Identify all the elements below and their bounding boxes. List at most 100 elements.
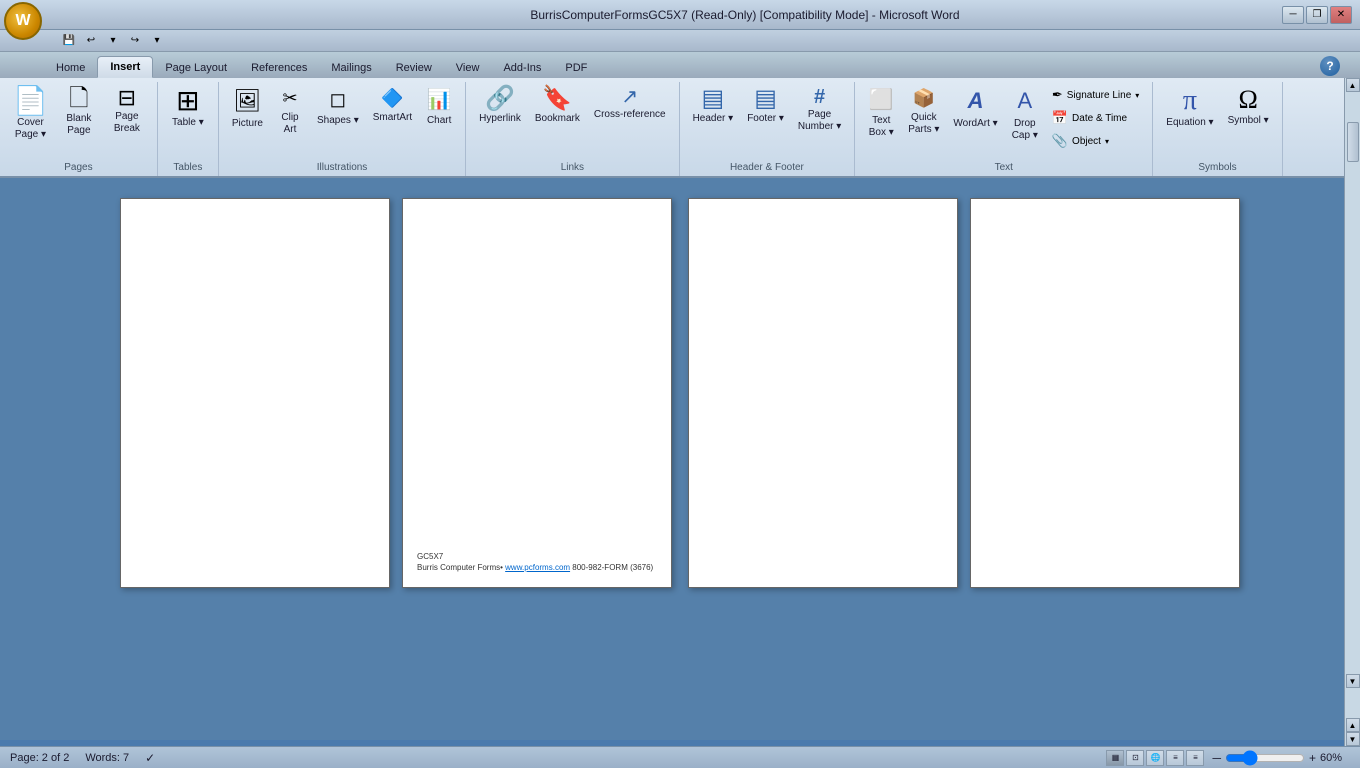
hyperlink-icon: 🔗 — [485, 87, 515, 111]
doc-page-1 — [120, 198, 390, 588]
scroll-bottom-down-button[interactable]: ▼ — [1346, 732, 1360, 746]
blank-page-icon: 🗋 — [69, 87, 88, 111]
cover-page-icon: 📄 — [13, 87, 48, 115]
clip-art-button[interactable]: ✂ ClipArt — [272, 84, 308, 156]
date-time-button[interactable]: 📅 Date & Time — [1047, 107, 1144, 129]
header-icon: ▤ — [702, 87, 725, 111]
undo-quick-button[interactable]: ↩ — [82, 32, 100, 50]
page-break-button[interactable]: ⊟ PageBreak — [105, 84, 149, 156]
page-area: GC5X7 Burris Computer Forms• www.pcforms… — [0, 178, 1360, 740]
doc-page-3 — [688, 198, 958, 588]
vertical-scrollbar: ▲ ▼ ▲ ▼ — [1344, 78, 1360, 746]
page-footer: GC5X7 Burris Computer Forms• www.pcforms… — [417, 551, 657, 573]
ribbon-group-pages: 📄 CoverPage ▾ 🗋 BlankPage ⊟ PageBreak Pa… — [0, 82, 158, 176]
minimize-button[interactable]: ─ — [1282, 6, 1304, 24]
page-number-button[interactable]: # PageNumber ▾ — [793, 84, 846, 156]
undo-dropdown-button[interactable]: ▾ — [104, 32, 122, 50]
tab-review[interactable]: Review — [384, 58, 444, 78]
footer-link[interactable]: www.pcforms.com — [505, 563, 570, 572]
text-box-button[interactable]: ⬜ TextBox ▾ — [863, 84, 899, 156]
tab-home[interactable]: Home — [44, 58, 97, 78]
ribbon-group-links: 🔗 Hyperlink 🔖 Bookmark ↗ Cross-reference… — [466, 82, 679, 176]
wordart-button[interactable]: A WordArt ▾ — [948, 84, 1002, 156]
footer-line2: Burris Computer Forms• www.pcforms.com 8… — [417, 562, 657, 573]
chart-button[interactable]: 📊 Chart — [421, 84, 457, 156]
save-quick-button[interactable]: 💾 — [60, 32, 78, 50]
footer-icon: ▤ — [754, 87, 777, 111]
customize-quick-access-button[interactable]: ▾ — [148, 32, 166, 50]
tab-pdf[interactable]: PDF — [553, 58, 599, 78]
ribbon-tabs: Home Insert Page Layout References Maili… — [0, 52, 1360, 78]
full-screen-view-button[interactable]: ⊡ — [1126, 750, 1144, 766]
doc-page-4 — [970, 198, 1240, 588]
cover-page-button[interactable]: 📄 CoverPage ▾ — [8, 84, 53, 156]
quick-parts-icon: 📦 — [913, 87, 935, 110]
restore-button[interactable]: ❐ — [1306, 6, 1328, 24]
zoom-out-button[interactable]: ─ — [1212, 751, 1221, 765]
symbol-button[interactable]: Ω Symbol ▾ — [1223, 84, 1274, 156]
tab-references[interactable]: References — [239, 58, 319, 78]
drop-cap-button[interactable]: A DropCap ▾ — [1007, 84, 1043, 156]
tab-mailings[interactable]: Mailings — [319, 58, 383, 78]
window-title: BurrisComputerFormsGC5X7 (Read-Only) [Co… — [208, 8, 1282, 22]
signature-line-button[interactable]: ✒ Signature Line ▾ — [1047, 84, 1144, 106]
text-group-label: Text — [995, 162, 1013, 176]
footer-line1: GC5X7 — [417, 551, 657, 562]
office-button[interactable]: W — [4, 2, 42, 40]
object-button[interactable]: 📎 Object ▾ — [1047, 130, 1144, 152]
scroll-bottom-up-button[interactable]: ▲ — [1346, 718, 1360, 732]
drop-cap-icon: A — [1017, 87, 1032, 116]
redo-quick-button[interactable]: ↪ — [126, 32, 144, 50]
symbols-group-label: Symbols — [1198, 162, 1236, 176]
outline-view-button[interactable]: ≡ — [1166, 750, 1184, 766]
zoom-slider-input[interactable] — [1225, 752, 1305, 764]
picture-icon: 🖼 — [233, 87, 261, 116]
footer-button[interactable]: ▤ Footer ▾ — [742, 84, 789, 156]
pages-group-label: Pages — [64, 162, 92, 176]
tab-page-layout[interactable]: Page Layout — [153, 58, 239, 78]
page-break-icon: ⊟ — [118, 87, 136, 109]
tab-view[interactable]: View — [444, 58, 492, 78]
date-time-icon: 📅 — [1052, 110, 1068, 126]
ribbon-group-tables: ⊞ Table ▾ Tables — [158, 82, 219, 176]
help-button[interactable]: ? — [1320, 56, 1340, 76]
print-layout-view-button[interactable]: ▦ — [1106, 750, 1124, 766]
symbol-icon: Ω — [1238, 87, 1257, 113]
scroll-thumb[interactable] — [1347, 122, 1359, 162]
smartart-button[interactable]: 🔷 SmartArt — [368, 84, 417, 156]
shapes-icon: ◻ — [330, 87, 347, 113]
cross-reference-button[interactable]: ↗ Cross-reference — [589, 84, 671, 156]
scroll-down-button[interactable]: ▼ — [1346, 674, 1360, 688]
clip-art-icon: ✂ — [282, 87, 297, 110]
quick-parts-button[interactable]: 📦 QuickParts ▾ — [903, 84, 944, 156]
header-button[interactable]: ▤ Header ▾ — [688, 84, 739, 156]
zoom-in-button[interactable]: + — [1309, 751, 1316, 765]
draft-view-button[interactable]: ≡ — [1186, 750, 1204, 766]
status-bar: Page: 2 of 2 Words: 7 ✓ ▦ ⊡ 🌐 ≡ ≡ ─ + 60… — [0, 746, 1360, 768]
links-group-label: Links — [561, 162, 584, 176]
wordart-icon: A — [968, 87, 984, 116]
web-layout-view-button[interactable]: 🌐 — [1146, 750, 1164, 766]
signature-line-icon: ✒ — [1052, 87, 1063, 103]
proofing-icon[interactable]: ✓ — [145, 751, 155, 765]
smartart-icon: 🔷 — [381, 87, 403, 110]
blank-page-button[interactable]: 🗋 BlankPage — [57, 84, 101, 156]
tables-group-label: Tables — [173, 162, 202, 176]
picture-button[interactable]: 🖼 Picture — [227, 84, 268, 156]
ribbon: 📄 CoverPage ▾ 🗋 BlankPage ⊟ PageBreak Pa… — [0, 78, 1360, 178]
signature-stack: ✒ Signature Line ▾ 📅 Date & Time 📎 Objec… — [1047, 84, 1144, 152]
close-button[interactable]: ✕ — [1330, 6, 1352, 24]
scroll-up-button[interactable]: ▲ — [1346, 78, 1360, 92]
tab-insert[interactable]: Insert — [97, 56, 153, 78]
tab-add-ins[interactable]: Add-Ins — [491, 58, 553, 78]
title-bar: BurrisComputerFormsGC5X7 (Read-Only) [Co… — [0, 0, 1360, 30]
header-footer-group-label: Header & Footer — [730, 162, 804, 176]
chart-icon: 📊 — [427, 87, 452, 113]
shapes-button[interactable]: ◻ Shapes ▾ — [312, 84, 364, 156]
bookmark-button[interactable]: 🔖 Bookmark — [530, 84, 585, 156]
illustrations-group-label: Illustrations — [317, 162, 368, 176]
table-icon: ⊞ — [176, 87, 199, 115]
equation-button[interactable]: π Equation ▾ — [1161, 84, 1218, 156]
hyperlink-button[interactable]: 🔗 Hyperlink — [474, 84, 526, 156]
table-button[interactable]: ⊞ Table ▾ — [166, 84, 210, 156]
